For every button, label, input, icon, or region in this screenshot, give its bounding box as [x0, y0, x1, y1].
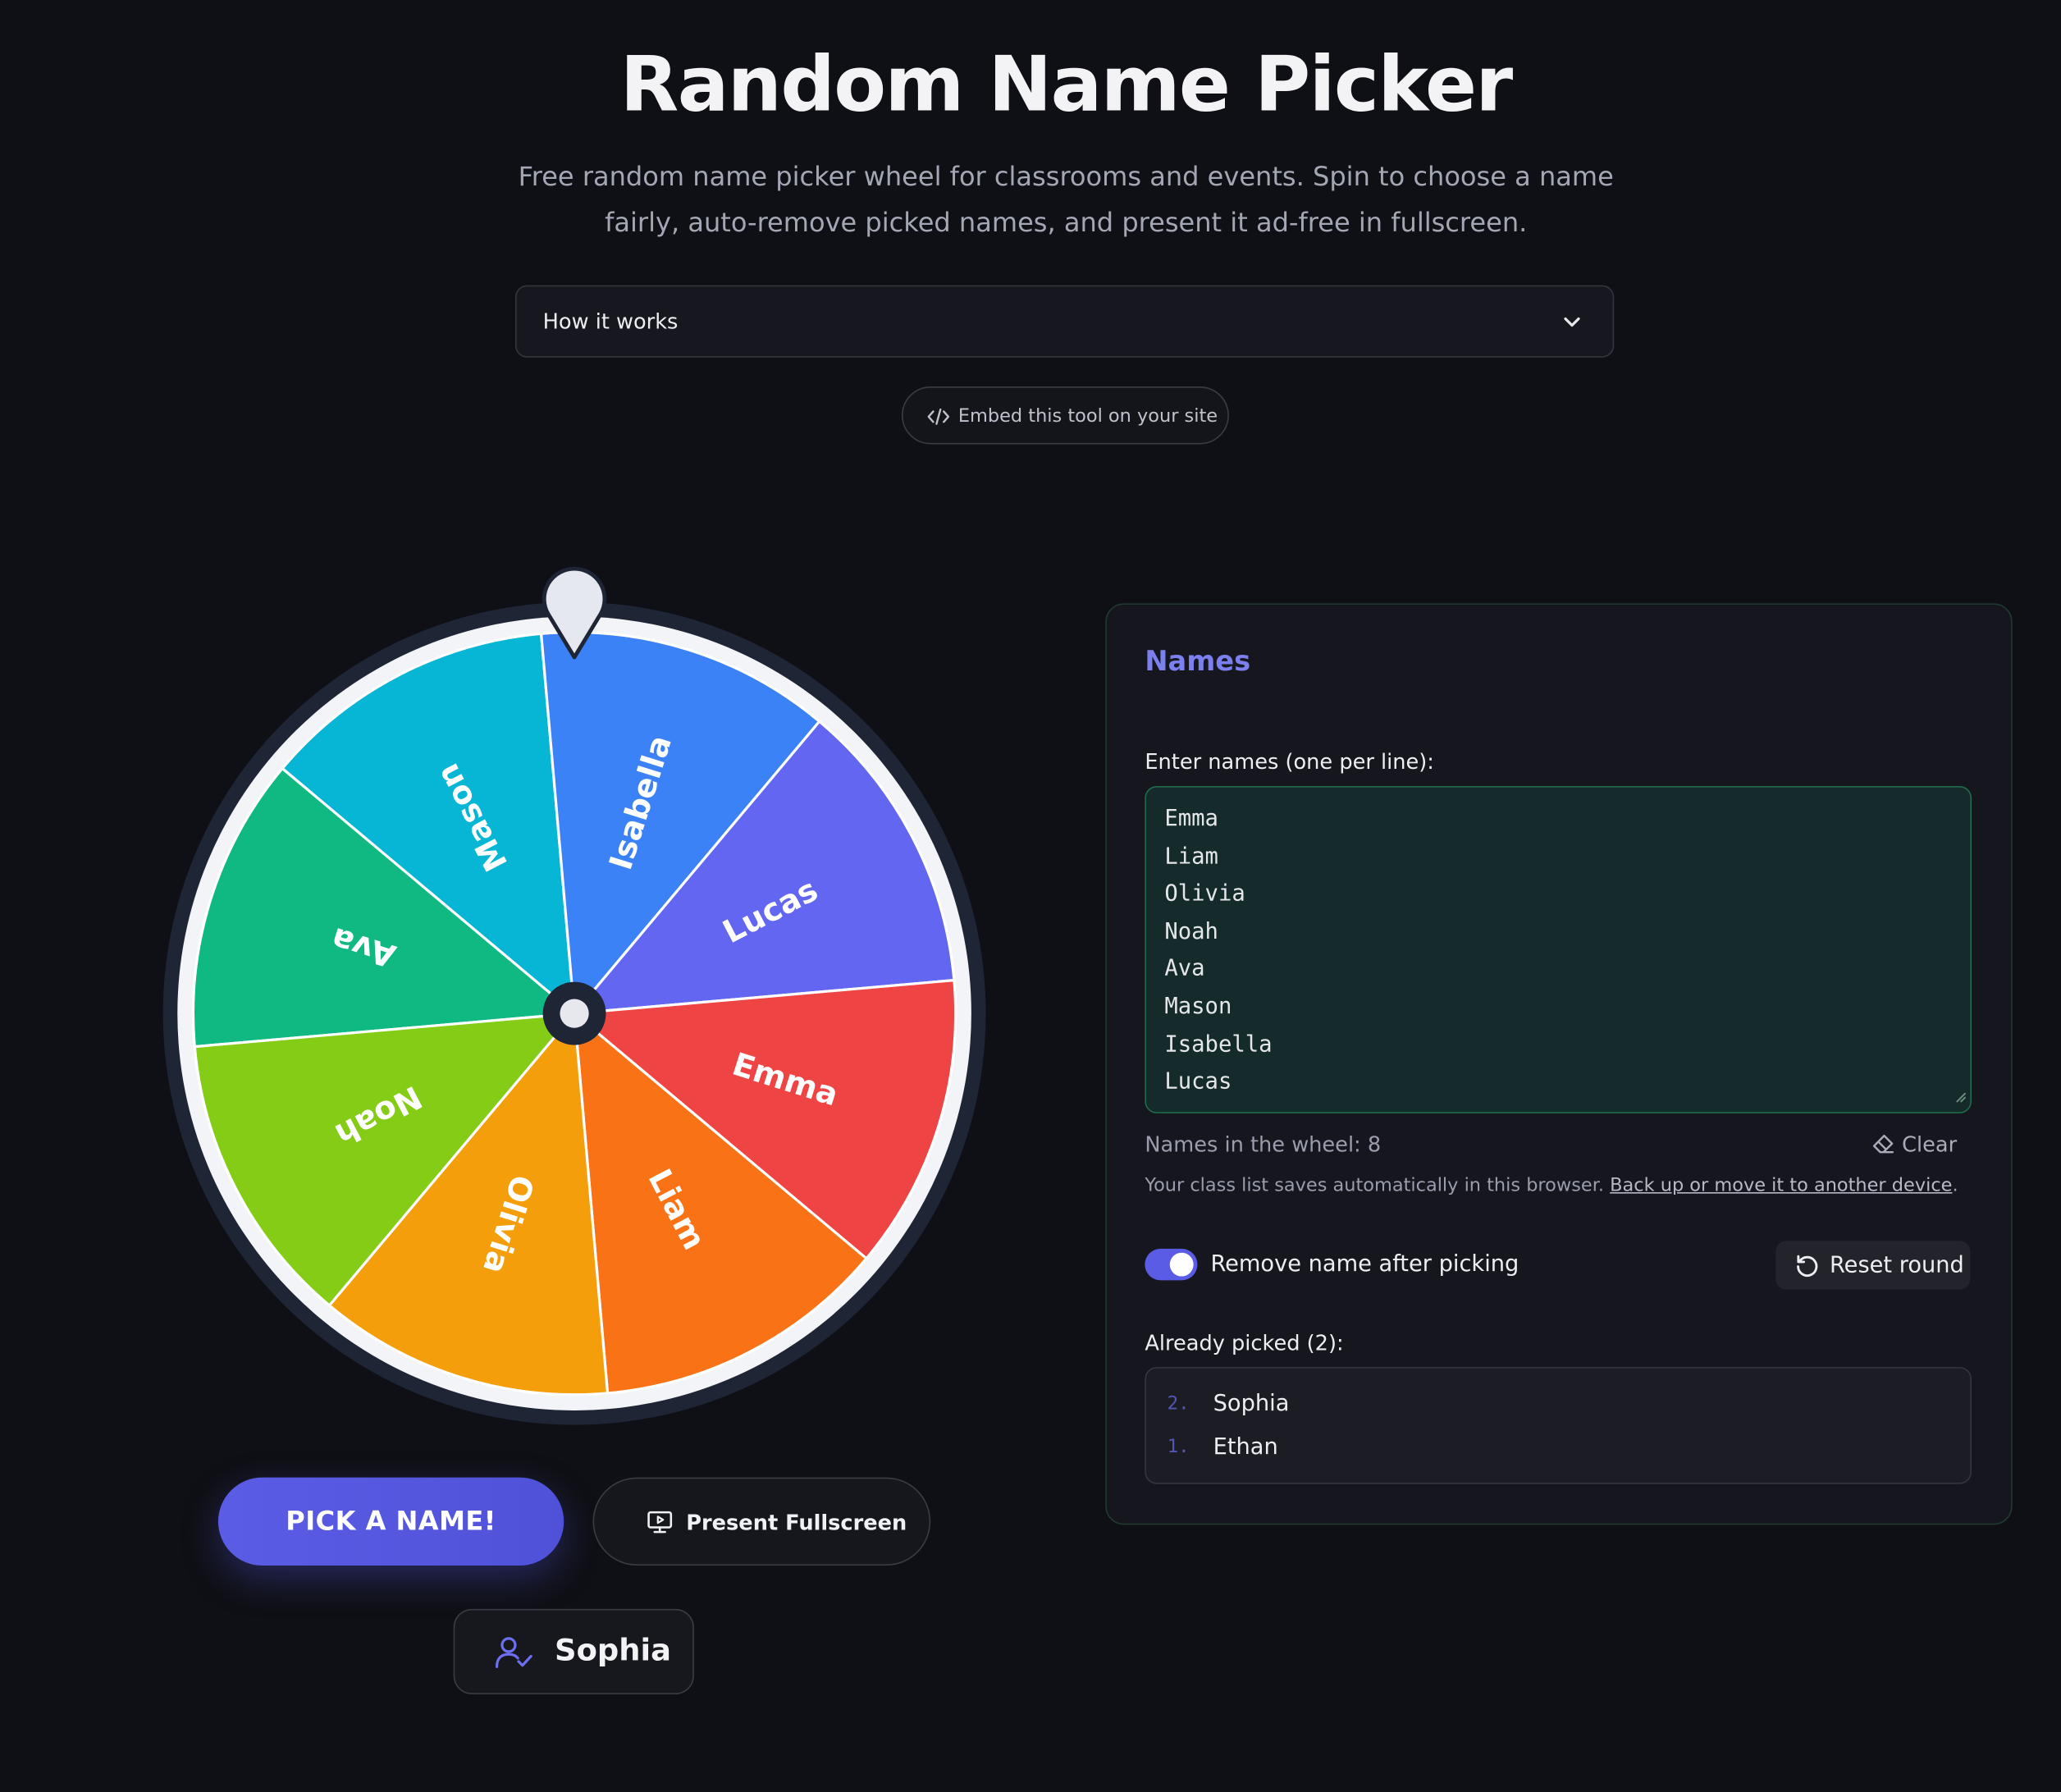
picked-result-badge: Sophia — [453, 1608, 694, 1694]
reset-round-button[interactable]: Reset round — [1775, 1241, 1971, 1290]
already-picked-list: Sophia 2. Ethan 1. — [1145, 1367, 1972, 1484]
embed-label: Embed this tool on your site — [957, 406, 1218, 427]
name-line: Noah — [1164, 918, 1218, 945]
accordion-label: How it works — [542, 309, 679, 334]
clear-label: Clear — [1902, 1131, 1958, 1157]
save-note-text: Your class list saves automatically in t… — [1145, 1175, 1611, 1196]
reset-round-label: Reset round — [1829, 1252, 1964, 1279]
page-subtitle: Free random name picker wheel for classr… — [487, 153, 1646, 245]
subtitle-line-2: fairly, auto-remove picked names, and pr… — [605, 206, 1528, 238]
picked-item-name: Sophia — [1213, 1390, 1290, 1417]
already-picked-label: Already picked (2): — [1145, 1330, 1344, 1355]
picked-item-number: 1. — [1167, 1436, 1190, 1457]
remove-after-pick-label: Remove name after picking — [1210, 1251, 1519, 1278]
names-field-label: Enter names (one per line): — [1145, 749, 1434, 775]
toggle-knob — [1169, 1252, 1194, 1277]
remove-after-pick-toggle[interactable] — [1145, 1248, 1198, 1281]
pick-name-label: PICK A NAME! — [286, 1505, 496, 1537]
names-count: Names in the wheel: 8 — [1145, 1131, 1382, 1157]
name-line: Emma — [1164, 806, 1218, 833]
name-line: Lucas — [1164, 1068, 1232, 1095]
name-line: Ava — [1164, 956, 1205, 983]
subtitle-line-1: Free random name picker wheel for classr… — [518, 160, 1614, 192]
how-it-works-accordion[interactable]: How it works — [514, 285, 1615, 358]
embed-tool-button[interactable]: Embed this tool on your site — [901, 386, 1229, 445]
panel-title: Names — [1145, 645, 1251, 678]
monitor-play-icon — [647, 1511, 673, 1539]
resize-handle-icon[interactable] — [1954, 1083, 1967, 1108]
pick-name-button[interactable]: PICK A NAME! — [217, 1477, 564, 1566]
chevron-down-icon — [1561, 310, 1584, 339]
save-note-end: . — [1952, 1175, 1958, 1196]
names-textarea[interactable]: Emma Liam Olivia Noah Ava Mason Isabella Lucas — [1145, 785, 1972, 1113]
picked-item-number: 2. — [1167, 1393, 1190, 1415]
backup-link[interactable]: Back up or move it to another device — [1610, 1175, 1952, 1196]
name-wheel[interactable]: Ava Mason Isabella Lucas Emma Liam Olivia Noah — [158, 566, 994, 1427]
page-title: Random Name Picker — [619, 39, 1513, 129]
name-line: Mason — [1164, 994, 1232, 1021]
eraser-icon — [1871, 1133, 1895, 1159]
present-fullscreen-button[interactable]: Present Fullscreen — [592, 1477, 931, 1566]
picked-item-name: Ethan — [1213, 1433, 1278, 1461]
present-fullscreen-label: Present Fullscreen — [686, 1510, 907, 1536]
rotate-ccw-icon — [1794, 1253, 1821, 1284]
clear-button[interactable]: Clear — [1871, 1131, 1958, 1159]
picked-result-name: Sophia — [555, 1634, 671, 1668]
wheel-hub-center — [560, 999, 589, 1028]
code-icon — [926, 406, 950, 432]
name-line: Isabella — [1164, 1031, 1273, 1058]
user-check-icon — [494, 1635, 533, 1675]
name-line: Olivia — [1164, 880, 1245, 907]
name-line: Liam — [1164, 843, 1218, 870]
save-note: Your class list saves automatically in t… — [1145, 1175, 1958, 1196]
